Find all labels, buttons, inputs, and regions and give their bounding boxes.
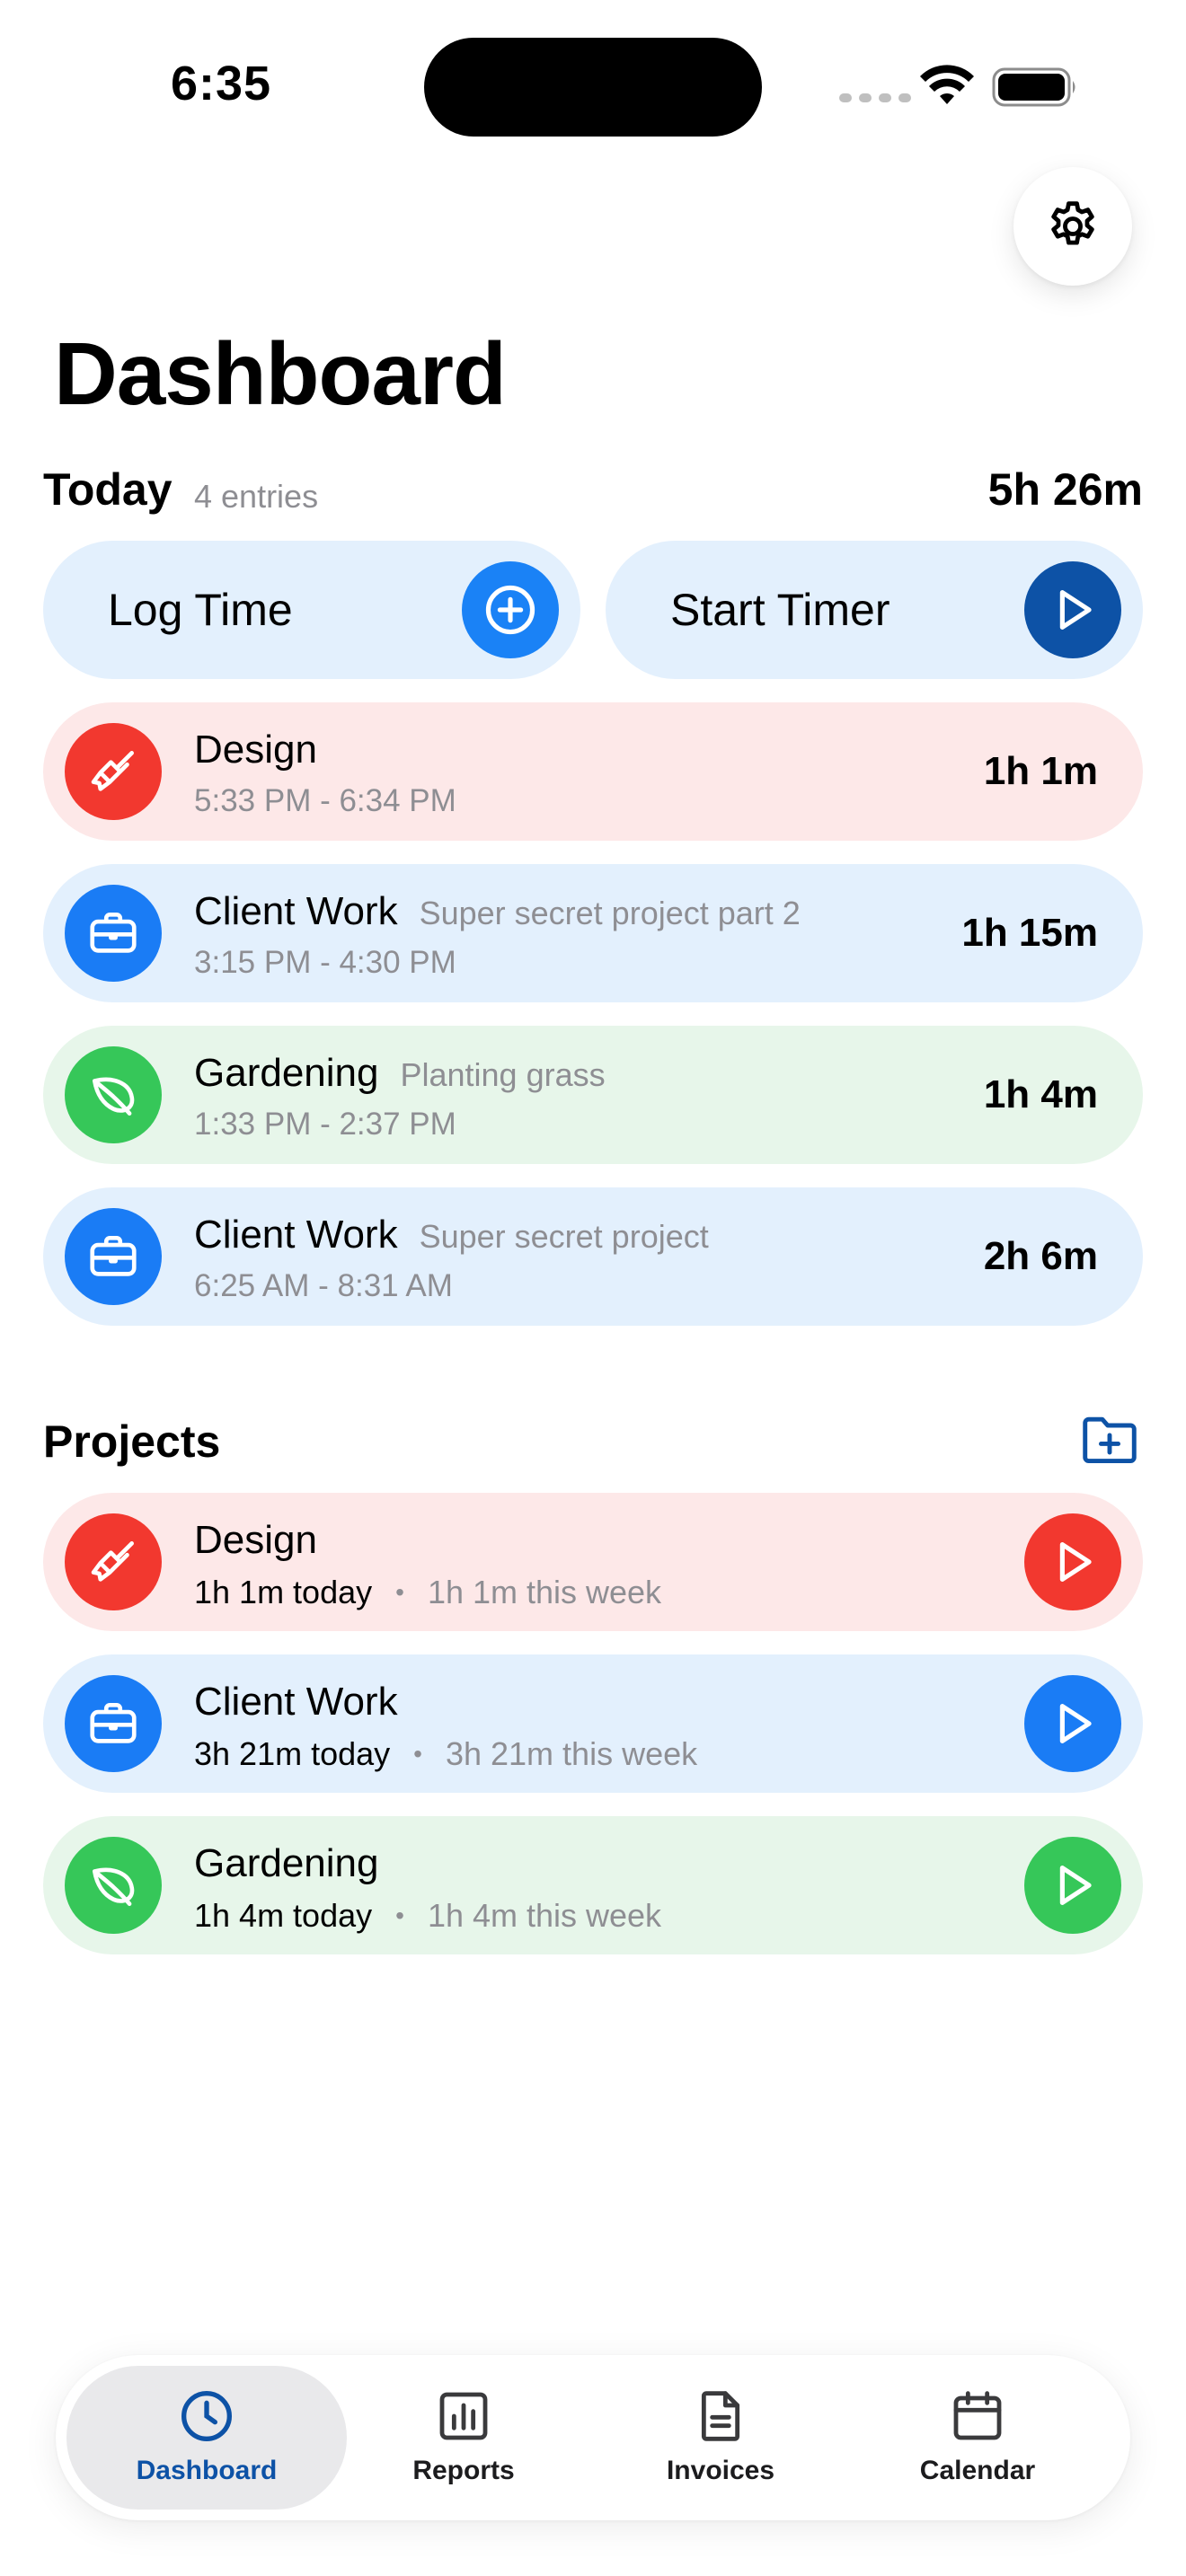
briefcase-icon bbox=[65, 1208, 162, 1305]
separator-dot: • bbox=[395, 1578, 404, 1606]
entry-project: Design bbox=[194, 728, 317, 772]
entry-time-range: 5:33 PM - 6:34 PM bbox=[194, 783, 456, 818]
start-timer-label: Start Timer bbox=[670, 585, 890, 635]
settings-button[interactable] bbox=[1013, 167, 1132, 286]
separator-dot: • bbox=[413, 1740, 422, 1768]
gear-icon bbox=[1051, 201, 1094, 245]
briefcase-icon bbox=[65, 1675, 162, 1772]
document-icon bbox=[701, 2391, 740, 2441]
tab-label: Dashboard bbox=[136, 2456, 278, 2485]
today-total: 5h 26m bbox=[987, 464, 1143, 515]
project-row[interactable]: Client Work 3h 21m today • 3h 21m this w… bbox=[43, 1654, 1143, 1793]
start-project-timer-button[interactable] bbox=[1024, 1513, 1121, 1610]
today-header: Today 4 entries 5h 26m bbox=[43, 463, 1143, 521]
project-week: 1h 1m this week bbox=[427, 1574, 662, 1610]
today-label: Today bbox=[43, 464, 173, 515]
log-time-label: Log Time bbox=[108, 585, 293, 635]
project-name: Design bbox=[194, 1518, 317, 1562]
entry-time-range: 3:15 PM - 4:30 PM bbox=[194, 945, 456, 980]
status-time: 6:35 bbox=[171, 57, 272, 110]
project-today: 1h 4m today bbox=[194, 1897, 373, 1934]
entry-time-range: 1:33 PM - 2:37 PM bbox=[194, 1107, 456, 1142]
start-timer-button[interactable]: Start Timer bbox=[606, 541, 1143, 679]
entry-note: Planting grass bbox=[400, 1056, 606, 1093]
entry-project: Client Work bbox=[194, 1213, 398, 1257]
plus-circle-icon bbox=[462, 561, 559, 658]
entry-row[interactable]: Gardening Planting grass 1:33 PM - 2:37 P… bbox=[43, 1026, 1143, 1164]
log-time-button[interactable]: Log Time bbox=[43, 541, 580, 679]
entry-row[interactable]: Client Work Super secret project part 2 3… bbox=[43, 864, 1143, 1002]
project-today: 3h 21m today bbox=[194, 1735, 391, 1772]
entry-row[interactable]: Client Work Super secret project 6:25 AM … bbox=[43, 1187, 1143, 1326]
tab-dashboard[interactable]: Dashboard bbox=[66, 2366, 347, 2510]
paintbrush-icon bbox=[65, 1513, 162, 1610]
briefcase-icon bbox=[65, 885, 162, 982]
project-name: Client Work bbox=[194, 1680, 398, 1724]
tab-label: Calendar bbox=[919, 2456, 1036, 2485]
entry-row[interactable]: Design 5:33 PM - 6:34 PM 1h 1m bbox=[43, 702, 1143, 841]
entry-duration: 1h 15m bbox=[961, 911, 1098, 955]
calendar-icon bbox=[953, 2391, 1002, 2440]
project-row[interactable]: Design 1h 1m today • 1h 1m this week bbox=[43, 1493, 1143, 1631]
entry-note: Super secret project bbox=[419, 1218, 709, 1255]
entry-duration: 2h 6m bbox=[983, 1234, 1098, 1278]
bar-chart-icon bbox=[439, 2392, 488, 2440]
entry-duration: 1h 1m bbox=[983, 749, 1098, 793]
clock-icon bbox=[181, 2391, 232, 2441]
leaf-icon bbox=[65, 1046, 162, 1143]
entry-duration: 1h 4m bbox=[983, 1072, 1098, 1116]
start-project-timer-button[interactable] bbox=[1024, 1675, 1121, 1772]
folder-plus-icon[interactable] bbox=[1080, 1412, 1139, 1466]
project-row[interactable]: Gardening 1h 4m today • 1h 4m this week bbox=[43, 1816, 1143, 1954]
start-project-timer-button[interactable] bbox=[1024, 1837, 1121, 1934]
tab-reports[interactable]: Reports bbox=[323, 2366, 604, 2510]
leaf-icon bbox=[65, 1837, 162, 1934]
tab-calendar[interactable]: Calendar bbox=[837, 2366, 1118, 2510]
tab-invoices[interactable]: Invoices bbox=[580, 2366, 861, 2510]
tab-label: Reports bbox=[412, 2456, 515, 2485]
entry-time-range: 6:25 AM - 8:31 AM bbox=[194, 1268, 453, 1303]
play-icon bbox=[1059, 1542, 1092, 1582]
play-icon bbox=[1059, 1866, 1092, 1905]
entry-note: Super secret project part 2 bbox=[419, 895, 801, 931]
play-circle-icon bbox=[1024, 561, 1121, 658]
entry-count: 4 entries bbox=[194, 478, 319, 515]
wifi-icon bbox=[920, 65, 974, 104]
battery-icon bbox=[992, 67, 1075, 107]
dynamic-island bbox=[424, 38, 762, 137]
separator-dot: • bbox=[395, 1901, 404, 1929]
project-today: 1h 1m today bbox=[194, 1574, 373, 1610]
project-week: 1h 4m this week bbox=[427, 1897, 662, 1934]
entry-project: Gardening bbox=[194, 1051, 379, 1095]
tab-label: Invoices bbox=[666, 2456, 775, 2485]
page-title: Dashboard bbox=[54, 324, 507, 423]
tab-bar: Dashboard Reports Invoices Calendar bbox=[56, 2355, 1130, 2520]
project-week: 3h 21m this week bbox=[445, 1735, 698, 1772]
entry-project: Client Work bbox=[194, 889, 398, 933]
cellular-signal-icon bbox=[839, 93, 911, 102]
paintbrush-icon bbox=[65, 723, 162, 820]
play-icon bbox=[1059, 1704, 1092, 1743]
project-name: Gardening bbox=[194, 1841, 379, 1885]
projects-heading: Projects bbox=[43, 1416, 221, 1467]
